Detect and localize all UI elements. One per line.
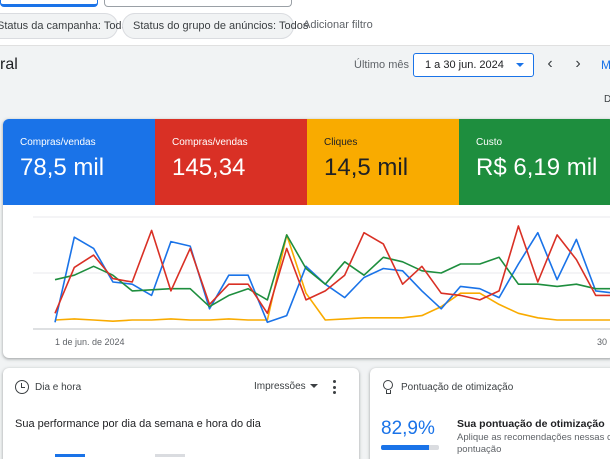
lightbulb-icon <box>382 380 394 395</box>
performance-line-chart: 1 de jun. de 2024 30 <box>33 216 610 347</box>
optimization-headline: Sua pontuação de otimização <box>457 418 605 430</box>
chart-series-line-0 <box>54 231 610 324</box>
day-tab-indicator[interactable] <box>55 454 85 457</box>
metric-label: Custo <box>476 137 503 148</box>
filter-bar: Status da campanha: Todas Status do grup… <box>0 0 610 46</box>
daytime-card-subtitle: Sua performance por dia da semana e hora… <box>15 418 261 430</box>
metric-value: 145,34 <box>172 154 246 181</box>
impressions-dropdown[interactable]: Impressões <box>254 381 318 392</box>
metric-tile-purchases-2[interactable]: Compras/vendas 145,34 <box>155 119 307 205</box>
chart-series-line-2 <box>54 234 610 308</box>
metric-tile-cost[interactable]: Custo R$ 6,19 mil <box>459 119 610 205</box>
x-tick-label-start: 1 de jun. de 2024 <box>55 337 125 347</box>
x-tick-label-end: 30 <box>597 337 607 347</box>
previous-period-button[interactable]: ‹ <box>541 55 559 75</box>
optimization-score-bar-fill <box>381 445 430 450</box>
metric-label: Compras/vendas <box>20 137 96 148</box>
date-range-select[interactable]: 1 a 30 jun. 2024 <box>413 53 534 77</box>
optimization-score-bar <box>381 445 439 450</box>
date-range-label: Último mês <box>354 59 410 71</box>
dropdown-arrow-icon <box>309 384 318 389</box>
date-range-value: 1 a 30 jun. 2024 <box>425 59 504 71</box>
chevron-left-icon: ‹ <box>547 55 553 72</box>
optimization-card: Pontuação de otimização 82,9% Sua pontua… <box>370 368 610 459</box>
more-link[interactable]: M <box>601 58 610 72</box>
metric-label: Cliques <box>324 137 358 148</box>
chart-series-line-1 <box>54 225 610 315</box>
optimization-score[interactable]: 82,9% <box>381 418 435 440</box>
metric-label: Compras/vendas <box>172 137 248 148</box>
clock-icon <box>15 380 29 394</box>
segment-field[interactable] <box>104 0 292 7</box>
chevron-right-icon: › <box>575 55 581 72</box>
more-options-icon[interactable] <box>331 379 339 395</box>
campaign-status-filter-chip[interactable]: Status da campanha: Todas <box>0 13 133 39</box>
dropdown-arrow-icon <box>516 63 524 67</box>
page-title: ral <box>0 56 18 73</box>
edge-label: D <box>604 94 610 105</box>
metric-value: 14,5 mil <box>324 154 409 181</box>
metric-tile-clicks[interactable]: Cliques 14,5 mil <box>307 119 459 205</box>
metric-tile-purchases-1[interactable]: Compras/vendas 78,5 mil <box>3 119 155 205</box>
daytime-card-title: Dia e hora <box>35 382 82 393</box>
add-filter-button[interactable]: Adicionar filtro <box>303 19 373 31</box>
search-field[interactable] <box>0 0 98 7</box>
hour-tab-indicator[interactable] <box>155 454 185 457</box>
daytime-card: Dia e hora Impressões Sua performance po… <box>3 368 359 459</box>
metric-value: 78,5 mil <box>20 154 105 181</box>
next-period-button[interactable]: › <box>569 55 587 75</box>
optimization-card-title: Pontuação de otimização <box>401 382 514 393</box>
overview-card: Compras/vendas 78,5 mil Compras/vendas 1… <box>3 119 610 358</box>
optimization-description: Aplique as recomendações nessas co pontu… <box>457 432 610 455</box>
metric-value: R$ 6,19 mil <box>476 154 598 181</box>
adgroup-status-filter-chip[interactable]: Status do grupo de anúncios: Todos <box>122 13 308 39</box>
impressions-dropdown-value: Impressões <box>254 381 306 392</box>
